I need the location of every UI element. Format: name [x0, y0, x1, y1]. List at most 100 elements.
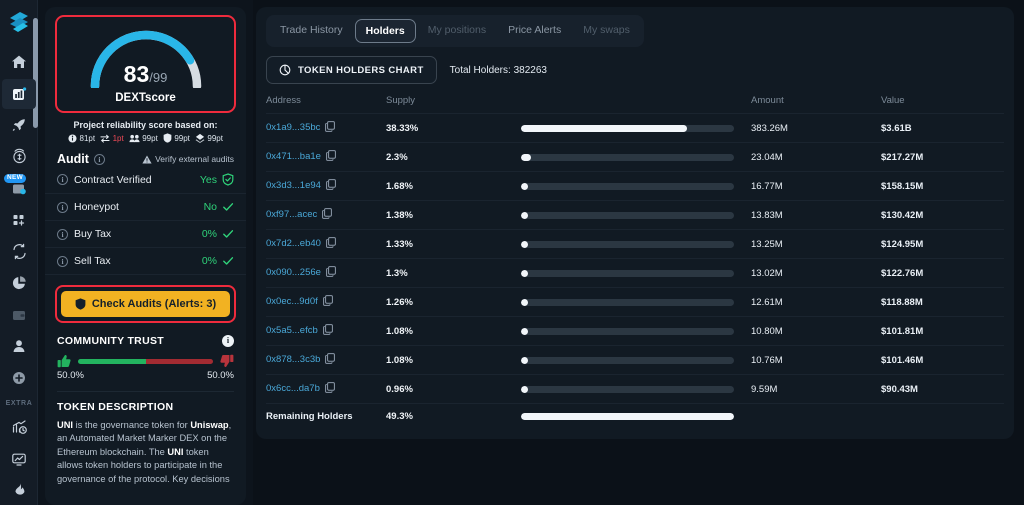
table-row[interactable]: 0x0ec...9d0f1.26%12.61M$118.88M	[266, 288, 1004, 317]
cell-supply-bar	[521, 201, 751, 230]
cell-address: 0x1a9...35bc	[266, 114, 386, 143]
tab-price-alerts[interactable]: Price Alerts	[498, 19, 571, 43]
sidebar-item-trending[interactable]	[2, 412, 36, 442]
check-icon	[222, 255, 234, 267]
copy-icon[interactable]	[326, 266, 336, 280]
supply-bar-fill	[521, 154, 531, 161]
address-link[interactable]: 0x6cc...da7b	[266, 383, 320, 394]
cell-supply-bar	[521, 114, 751, 143]
table-row[interactable]: 0x090...256e1.3%13.02M$122.76M	[266, 259, 1004, 288]
copy-icon[interactable]	[323, 324, 333, 338]
info-filled-icon[interactable]: i	[222, 335, 234, 347]
cell-value	[881, 404, 1004, 430]
info-icon[interactable]: i	[57, 229, 68, 240]
copy-icon[interactable]	[325, 353, 335, 367]
copy-icon[interactable]	[325, 382, 335, 396]
supply-bar-track	[521, 125, 734, 132]
table-row[interactable]: 0x1a9...35bc38.33%383.26M$3.61B	[266, 114, 1004, 143]
column-header-amount[interactable]: Amount	[751, 92, 881, 114]
copy-icon[interactable]	[326, 179, 336, 193]
address-link[interactable]: 0x7d2...eb40	[266, 238, 321, 249]
sidebar-item-big-swaps[interactable]	[2, 142, 36, 172]
check-audits-button[interactable]: Check Audits (Alerts: 3)	[61, 291, 230, 317]
sidebar-item-multiswap[interactable]	[2, 205, 36, 235]
copy-icon[interactable]	[326, 237, 336, 251]
reliability-point-label: 99pt	[142, 134, 158, 143]
cell-supply: 1.08%	[386, 346, 521, 375]
address-link[interactable]: 0xf97...acec	[266, 209, 317, 220]
sidebar-item-pools[interactable]	[2, 268, 36, 298]
table-row[interactable]: 0xf97...acec1.38%13.83M$130.42M	[266, 201, 1004, 230]
new-badge: NEW	[4, 174, 26, 184]
address-link[interactable]: 0x3d3...1e94	[266, 180, 321, 191]
tab-holders[interactable]: Holders	[355, 19, 416, 43]
audit-title: Audit	[57, 152, 89, 166]
supply-bar-track	[521, 241, 734, 248]
supply-bar-track	[521, 270, 734, 277]
table-row[interactable]: Remaining Holders49.3%	[266, 404, 1004, 430]
supply-bar-fill	[521, 386, 528, 393]
column-header-address[interactable]: Address	[266, 92, 386, 114]
verify-external-audits[interactable]: Verify external audits	[142, 154, 234, 164]
table-row[interactable]: 0x471...ba1e2.3%23.04M$217.27M	[266, 143, 1004, 172]
address-link[interactable]: 0x090...256e	[266, 267, 321, 278]
holders-subbar: TOKEN HOLDERS CHART Total Holders: 38226…	[266, 56, 1004, 84]
tab-trade-history[interactable]: Trade History	[270, 19, 353, 43]
copy-icon[interactable]	[326, 150, 336, 164]
address-link[interactable]: 0x5a5...efcb	[266, 325, 318, 336]
token-holders-chart-button[interactable]: TOKEN HOLDERS CHART	[266, 56, 437, 84]
table-row[interactable]: 0x878...3c3b1.08%10.76M$101.46M	[266, 346, 1004, 375]
address-link[interactable]: 0x0ec...9d0f	[266, 296, 318, 307]
dextools-logo-icon[interactable]	[4, 8, 34, 36]
address-link[interactable]: 0x471...ba1e	[266, 151, 321, 162]
table-row[interactable]: 0x6cc...da7b0.96%9.59M$90.43M	[266, 375, 1004, 404]
holders-table-body: 0x1a9...35bc38.33%383.26M$3.61B 0x471...b…	[266, 114, 1004, 430]
cell-address: 0x7d2...eb40	[266, 230, 386, 259]
sidebar-item-account[interactable]	[2, 331, 36, 361]
sidebar-item-add[interactable]	[2, 363, 36, 393]
cell-address: 0x090...256e	[266, 259, 386, 288]
cell-amount: 13.83M	[751, 201, 881, 230]
copy-icon[interactable]	[325, 121, 335, 135]
reliability-point-label: 81pt	[80, 134, 96, 143]
copy-icon[interactable]	[323, 295, 333, 309]
address-link[interactable]: 0x1a9...35bc	[266, 122, 320, 133]
info-icon[interactable]: i	[94, 154, 105, 165]
cell-supply: 1.08%	[386, 317, 521, 346]
tab-my-positions[interactable]: My positions	[418, 19, 496, 43]
copy-icon[interactable]	[322, 208, 332, 222]
sidebar-item-home[interactable]	[2, 48, 36, 78]
tab-my-swaps[interactable]: My swaps	[573, 19, 640, 43]
trust-down-percent: 50.0%	[207, 370, 234, 381]
sidebar-item-wallet-insights[interactable]: NEW	[2, 174, 36, 204]
sidebar-item-swap[interactable]	[2, 237, 36, 267]
audit-row-right: Yes	[200, 173, 234, 186]
address-link[interactable]: 0x878...3c3b	[266, 354, 320, 365]
info-icon[interactable]: i	[57, 174, 68, 185]
info-icon[interactable]: i	[57, 256, 68, 267]
cell-value: $130.42M	[881, 201, 1004, 230]
column-header-bar	[521, 92, 751, 114]
cell-amount	[751, 404, 881, 430]
table-row[interactable]: 0x3d3...1e941.68%16.77M$158.15M	[266, 172, 1004, 201]
cell-supply: 2.3%	[386, 143, 521, 172]
check-icon	[222, 201, 234, 213]
sidebar-item-screener[interactable]	[2, 444, 36, 474]
table-row[interactable]: 0x5a5...efcb1.08%10.80M$101.81M	[266, 317, 1004, 346]
sidebar-item-charts[interactable]	[2, 79, 36, 109]
column-header-supply[interactable]: Supply	[386, 92, 521, 114]
sidebar-item-gainers[interactable]	[2, 111, 36, 141]
table-row[interactable]: 0x7d2...eb401.33%13.25M$124.95M	[266, 230, 1004, 259]
sidebar-item-wallet[interactable]	[2, 300, 36, 330]
token-description-title: TOKEN DESCRIPTION	[45, 392, 246, 413]
column-header-value[interactable]: Value	[881, 92, 1004, 114]
cell-value: $124.95M	[881, 230, 1004, 259]
supply-bar-track	[521, 154, 734, 161]
reliability-points: 81pt 1pt 99pt 99pt 99pt	[45, 133, 246, 143]
audit-row-label: Honeypot	[74, 201, 119, 213]
sidebar-item-hot-pairs[interactable]	[2, 475, 36, 505]
audit-row: i Honeypot No	[45, 194, 246, 221]
info-icon[interactable]: i	[57, 202, 68, 213]
cell-supply: 49.3%	[386, 404, 521, 430]
dextscore-highlight-box: 83/99 DEXTscore	[55, 15, 236, 113]
